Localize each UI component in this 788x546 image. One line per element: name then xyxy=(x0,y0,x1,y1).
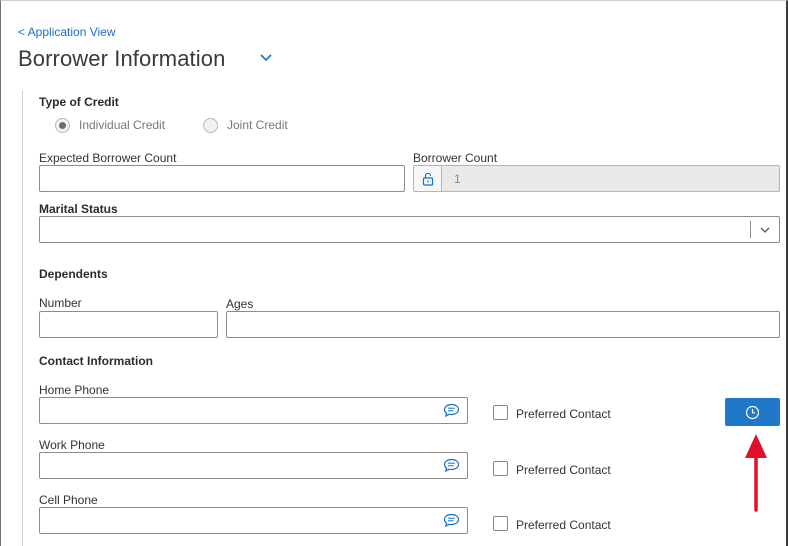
cell-phone-preferred-checkbox[interactable] xyxy=(493,516,508,531)
contact-information-heading: Contact Information xyxy=(39,354,153,368)
dependents-ages-input[interactable] xyxy=(226,311,780,338)
dependents-number-label: Number xyxy=(39,296,82,310)
cell-phone-input[interactable] xyxy=(39,507,468,534)
back-to-application-view-link[interactable]: < Application View xyxy=(18,25,116,39)
marital-status-select[interactable] xyxy=(39,216,780,243)
red-up-arrow-annotation xyxy=(745,434,767,512)
home-phone-input[interactable] xyxy=(39,397,468,424)
borrower-count-label: Borrower Count xyxy=(413,151,498,165)
unlock-icon xyxy=(422,172,433,186)
chevron-down-icon[interactable] xyxy=(258,52,274,64)
home-phone-label: Home Phone xyxy=(39,383,110,397)
individual-credit-radio[interactable] xyxy=(55,118,70,133)
section-divider xyxy=(22,90,23,546)
expected-borrower-count-label: Expected Borrower Count xyxy=(39,151,177,165)
chat-bubble-icon[interactable] xyxy=(443,403,460,418)
clock-icon xyxy=(745,405,760,419)
joint-credit-label: Joint Credit xyxy=(227,118,288,132)
marital-status-label: Marital Status xyxy=(39,202,118,216)
borrower-count-field: 1 xyxy=(413,165,780,192)
work-phone-preferred-checkbox[interactable] xyxy=(493,461,508,476)
unlock-button[interactable] xyxy=(414,166,442,191)
dependents-number-input[interactable] xyxy=(39,311,218,338)
home-phone-preferred-label: Preferred Contact xyxy=(516,407,611,421)
individual-credit-label: Individual Credit xyxy=(79,118,166,132)
chat-bubble-icon[interactable] xyxy=(443,458,460,473)
work-phone-input[interactable] xyxy=(39,452,468,479)
borrower-count-value: 1 xyxy=(454,172,461,186)
chat-bubble-icon[interactable] xyxy=(443,513,460,528)
joint-credit-radio[interactable] xyxy=(203,118,218,133)
dependents-ages-label: Ages xyxy=(226,297,254,311)
work-phone-preferred-label: Preferred Contact xyxy=(516,463,611,477)
page-title: Borrower Information xyxy=(18,46,226,71)
home-phone-preferred-checkbox[interactable] xyxy=(493,405,508,420)
work-phone-label: Work Phone xyxy=(39,438,105,452)
cell-phone-label: Cell Phone xyxy=(39,493,98,507)
dependents-heading: Dependents xyxy=(39,267,108,281)
cell-phone-preferred-label: Preferred Contact xyxy=(516,518,611,532)
contact-time-button[interactable] xyxy=(725,398,780,426)
expected-borrower-count-input[interactable] xyxy=(39,165,405,192)
chevron-down-icon xyxy=(760,227,770,233)
select-divider xyxy=(750,221,751,238)
type-of-credit-label: Type of Credit xyxy=(39,95,119,109)
